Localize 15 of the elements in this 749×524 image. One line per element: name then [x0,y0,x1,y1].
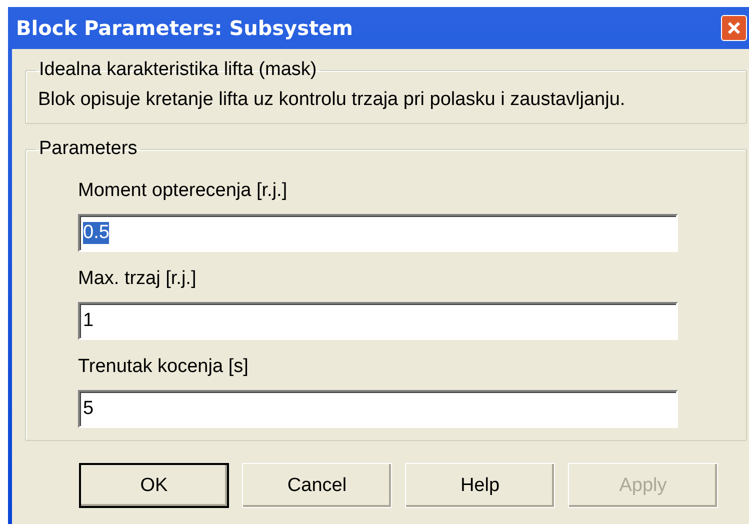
group-title: Idealna karakteristika lifta (mask) [38,59,318,81]
dialog-button[interactable]: Cancel [242,463,392,508]
input-field[interactable]: 0.5 [78,214,678,252]
dialog-button[interactable]: OK [79,463,229,508]
input-field[interactable]: 1 [78,302,678,340]
input-field[interactable]: 5 [78,390,678,428]
close-button[interactable] [721,15,747,41]
close-icon [727,21,741,35]
field-label: Moment opterecenja [r.j.] [78,180,288,202]
field-label: Trenutak kocenja [s] [78,356,250,378]
window-title: Block Parameters: Subsystem [16,16,353,40]
group-title: Parameters [38,138,138,160]
description-text: Blok opisuje kretanje lifta uz kontrolu trzaja pri polasku i zaustavljanju. [37,88,626,111]
field-label: Max. trzaj [r.j.] [78,268,198,290]
dialog-button[interactable]: Help [405,463,555,508]
